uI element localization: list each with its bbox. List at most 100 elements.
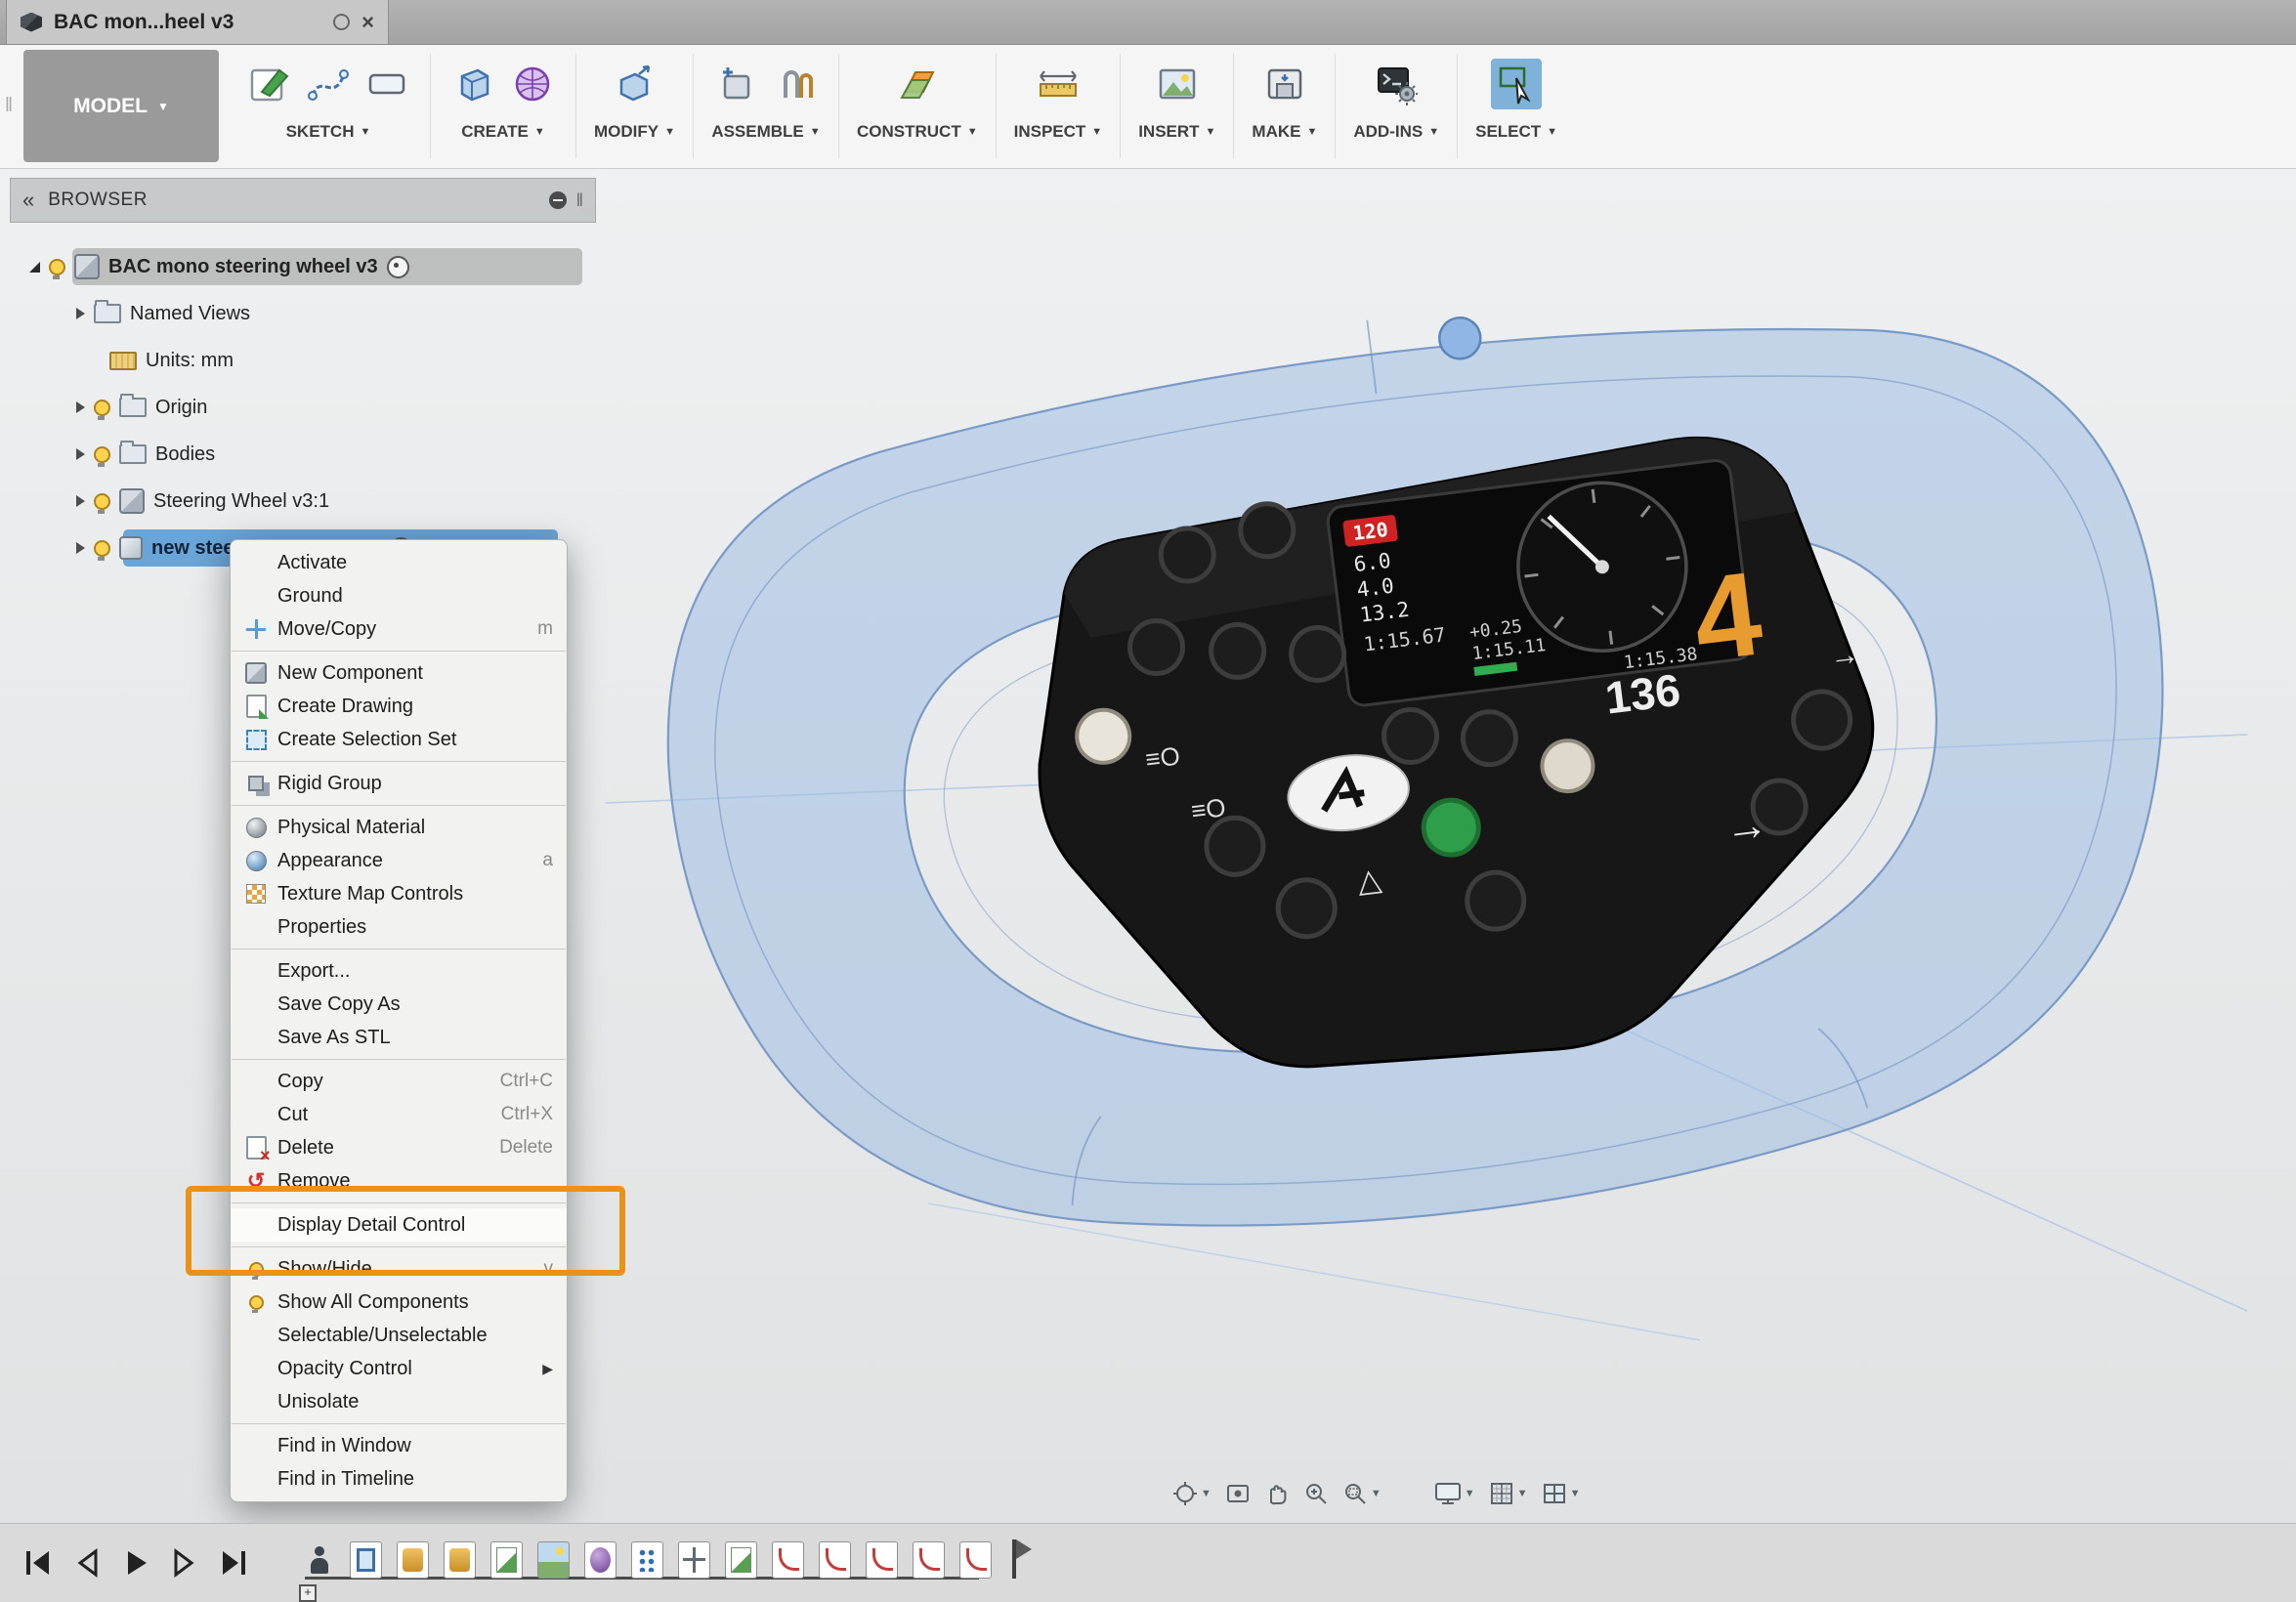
browser-panel-header[interactable]: « BROWSER ‖ [10, 178, 596, 223]
timeline-feature[interactable] [350, 1541, 382, 1579]
grid-settings-button[interactable]: ▼ [1489, 1481, 1528, 1506]
make-button[interactable] [1259, 59, 1310, 109]
timeline-feature[interactable] [537, 1541, 570, 1579]
activate-radio-icon[interactable] [386, 255, 409, 278]
menu-item-copy[interactable]: Copy Ctrl+C [231, 1065, 567, 1098]
disclosure-icon[interactable] [76, 401, 85, 413]
menu-item-save-as-stl[interactable]: Save As STL [231, 1021, 567, 1054]
scripts-addins-button[interactable] [1371, 59, 1422, 109]
document-tab[interactable]: BAC mon...heel v3 × [6, 0, 389, 44]
menu-item-unisolate[interactable]: Unisolate [231, 1385, 567, 1418]
new-component-button[interactable] [711, 59, 762, 109]
wheel-cover-body[interactable]: 120 6.0 4.0 13.2 1:15.67 +0.25 1:15.11 1… [624, 275, 2220, 1301]
tree-item-origin[interactable]: Origin [76, 387, 207, 428]
timeline-feature[interactable] [913, 1541, 945, 1579]
panel-drag-handle[interactable]: ‖ [576, 190, 583, 211]
timeline-feature[interactable] [959, 1541, 992, 1579]
timeline-zoom-icon[interactable]: + [299, 1584, 317, 1602]
menu-item-create-selection-set[interactable]: Create Selection Set [231, 723, 567, 756]
timeline-feature[interactable] [631, 1541, 663, 1579]
construct-plane-button[interactable] [892, 59, 943, 109]
create-menu[interactable]: CREATE ▼ [461, 122, 545, 142]
go-to-start-button[interactable] [21, 1546, 55, 1580]
visibility-bulb-icon[interactable] [49, 258, 65, 279]
spline-tool-button[interactable] [303, 59, 354, 109]
menu-item-find-in-timeline[interactable]: Find in Timeline [231, 1462, 567, 1496]
menu-item-show-all-components[interactable]: Show All Components [231, 1286, 567, 1319]
timeline-feature[interactable] [397, 1541, 429, 1579]
disclosure-icon[interactable] [76, 542, 85, 554]
zoom-window-button[interactable]: ▼ [1342, 1481, 1382, 1506]
timeline-feature[interactable] [584, 1541, 617, 1579]
tree-item-steering-wheel[interactable]: Steering Wheel v3:1 [76, 481, 329, 522]
menu-item-cut[interactable]: Cut Ctrl+X [231, 1098, 567, 1131]
timeline-feature[interactable] [772, 1541, 804, 1579]
disclosure-icon[interactable] [76, 495, 85, 507]
timeline-feature[interactable] [819, 1541, 851, 1579]
select-menu[interactable]: SELECT ▼ [1475, 122, 1557, 142]
sketch-menu[interactable]: SKETCH ▼ [286, 122, 371, 142]
construct-menu[interactable]: CONSTRUCT ▼ [857, 122, 978, 142]
step-back-button[interactable] [70, 1546, 104, 1580]
addins-menu[interactable]: ADD-INS ▼ [1353, 122, 1439, 142]
menu-item-rigid-group[interactable]: Rigid Group [231, 767, 567, 800]
measure-button[interactable] [1033, 59, 1084, 109]
tree-item-bodies[interactable]: Bodies [76, 434, 215, 475]
menu-item-remove[interactable]: ↺ Remove [231, 1164, 567, 1198]
inspect-menu[interactable]: INSPECT ▼ [1014, 122, 1103, 142]
zoom-button[interactable] [1303, 1481, 1329, 1506]
menu-item-display-detail-control[interactable]: Display Detail Control [231, 1208, 567, 1242]
orbit-button[interactable]: ▼ [1172, 1481, 1212, 1506]
create-sketch-button[interactable] [244, 59, 295, 109]
press-pull-button[interactable] [610, 59, 660, 109]
menu-item-activate[interactable]: Activate [231, 546, 567, 579]
close-tab-icon[interactable]: × [361, 11, 374, 33]
menu-item-delete[interactable]: Delete Delete [231, 1131, 567, 1166]
visibility-bulb-icon[interactable] [94, 399, 110, 420]
insert-image-button[interactable] [1152, 59, 1203, 109]
menu-item-properties[interactable]: Properties [231, 910, 567, 944]
menu-item-create-drawing[interactable]: Create Drawing [231, 690, 567, 723]
menu-item-new-component[interactable]: New Component [231, 656, 567, 690]
menu-item-selectable-unselectable[interactable]: Selectable/Unselectable [231, 1319, 567, 1352]
menu-item-ground[interactable]: Ground [231, 579, 567, 612]
timeline-feature[interactable] [490, 1541, 523, 1579]
steering-wheel-3d-model[interactable]: 120 6.0 4.0 13.2 1:15.67 +0.25 1:15.11 1… [606, 275, 2247, 1350]
assemble-menu[interactable]: ASSEMBLE ▼ [711, 122, 820, 142]
menu-item-export[interactable]: Export... [231, 954, 567, 988]
collapse-panel-icon[interactable]: « [22, 188, 34, 213]
disclosure-icon[interactable] [76, 308, 85, 319]
minimize-panel-icon[interactable] [548, 191, 567, 209]
timeline-end-marker[interactable] [1012, 1539, 1032, 1579]
viewports-button[interactable]: ▼ [1542, 1481, 1580, 1506]
select-tool-button[interactable] [1491, 59, 1543, 109]
visibility-bulb-icon[interactable] [94, 445, 110, 467]
modify-menu[interactable]: MODIFY ▼ [594, 122, 675, 142]
step-forward-button[interactable] [168, 1546, 201, 1580]
form-tool-button[interactable] [507, 59, 558, 109]
workspace-selector[interactable]: MODEL ▼ [23, 50, 219, 162]
timeline-feature[interactable] [444, 1541, 476, 1579]
menu-item-physical-material[interactable]: Physical Material [231, 811, 567, 844]
joint-button[interactable] [770, 59, 821, 109]
tree-item-root[interactable]: BAC mono steering wheel v3 [29, 246, 582, 287]
insert-menu[interactable]: INSERT ▼ [1138, 122, 1215, 142]
disclosure-icon[interactable] [76, 448, 85, 460]
new-body-button[interactable] [448, 59, 499, 109]
toolbar-grip[interactable]: ‖ [0, 44, 16, 168]
visibility-bulb-icon[interactable] [94, 539, 110, 561]
go-to-end-button[interactable] [217, 1546, 250, 1580]
tree-item-units[interactable]: Units: mm [109, 340, 234, 381]
menu-item-move-copy[interactable]: Move/Copy m [231, 612, 567, 646]
timeline-feature[interactable] [678, 1541, 710, 1579]
timeline-feature[interactable] [305, 1543, 335, 1579]
tree-item-named-views[interactable]: Named Views [76, 293, 250, 334]
make-menu[interactable]: MAKE ▼ [1252, 122, 1317, 142]
pan-button[interactable] [1264, 1481, 1290, 1506]
menu-item-texture-map-controls[interactable]: Texture Map Controls [231, 877, 567, 910]
menu-item-appearance[interactable]: Appearance a [231, 844, 567, 877]
slot-tool-button[interactable] [361, 59, 412, 109]
menu-item-save-copy-as[interactable]: Save Copy As [231, 988, 567, 1021]
menu-item-opacity-control[interactable]: Opacity Control ▶ [231, 1352, 567, 1385]
look-at-button[interactable] [1225, 1481, 1251, 1506]
